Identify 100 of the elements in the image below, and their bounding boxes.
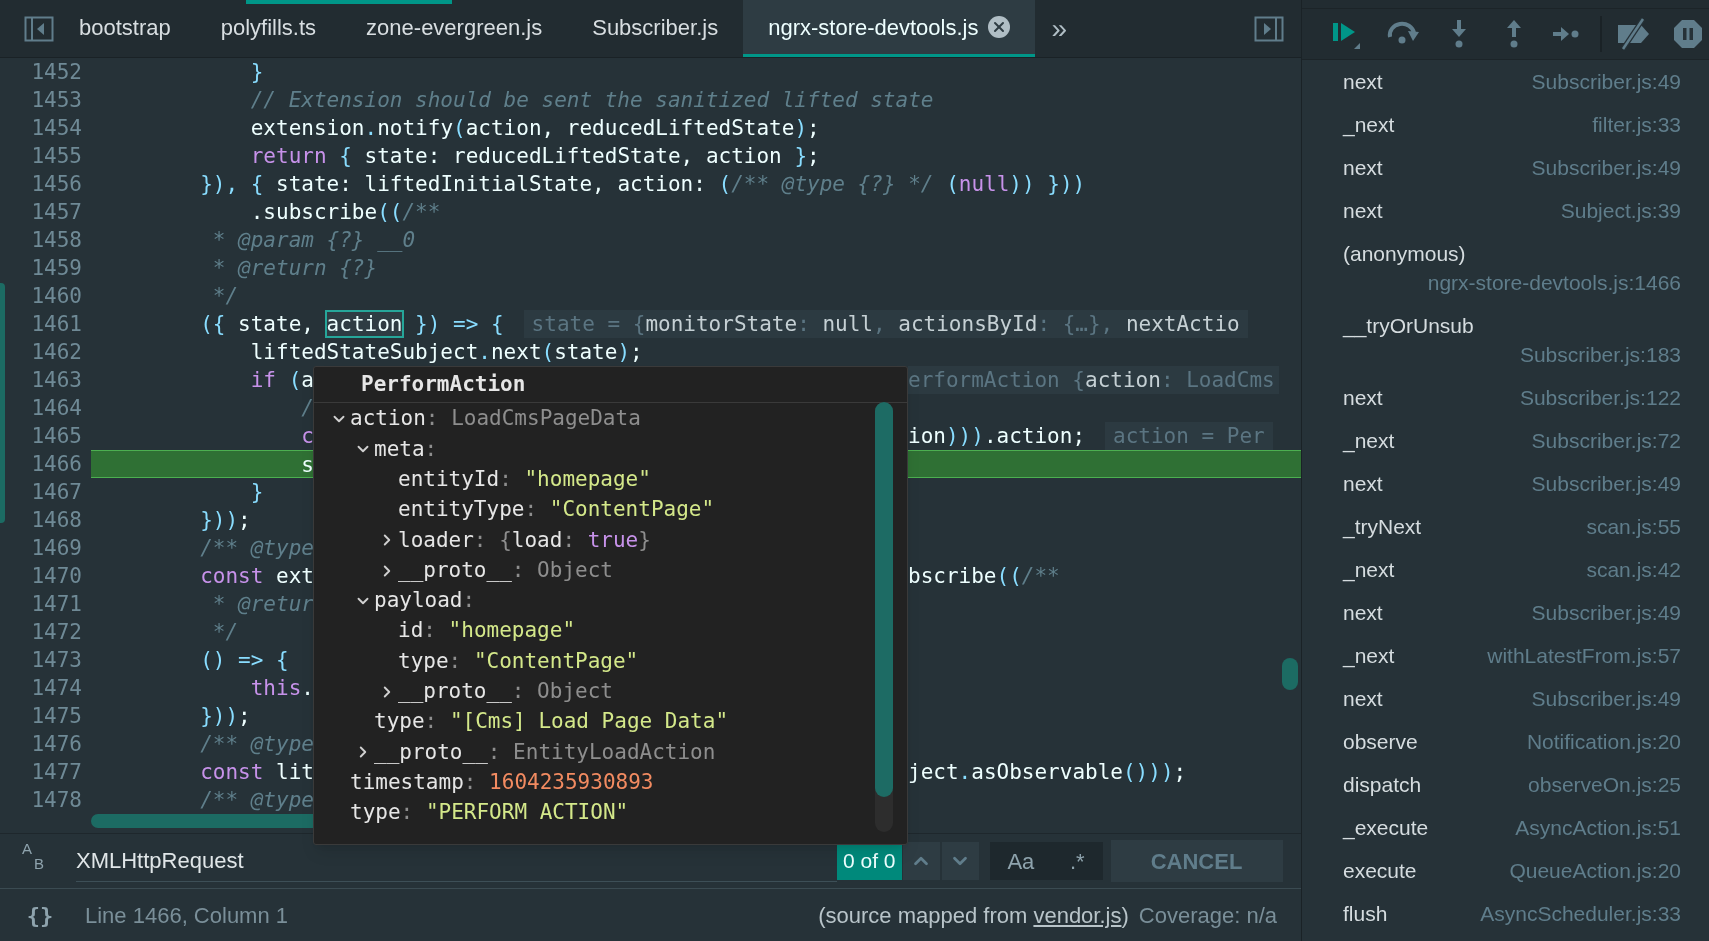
code-line: /** @type [199,731,314,758]
source-link[interactable]: vendor.js [1033,902,1122,928]
line-number: 1457 [30,199,83,226]
line-number: 1470 [30,563,83,590]
call-frame[interactable]: next Subscriber.js:122 [1302,376,1709,419]
line-number: 1464 [30,395,83,422]
code-line: ({ state, action }) => { [199,311,504,338]
property: action: LoadCmsPageData [350,405,641,433]
call-frame[interactable]: _next filter.js:33 [1302,103,1709,146]
call-frame[interactable]: (anonymous) ngrx-store-devtools.js:1466 [1302,232,1709,304]
pause-icon[interactable] [1673,19,1703,49]
call-frame[interactable]: _tryNext scan.js:55 [1302,505,1709,548]
line-number: 1478 [30,787,83,814]
property: id: "homepage" [398,617,576,645]
code-line: .subscribe((/** [249,199,441,226]
code-line: const ext [199,563,314,590]
call-frame[interactable]: flush AsyncScheduler.js:33 [1302,892,1709,935]
property: __proto__: Object [398,678,613,706]
next-match-button[interactable] [941,842,979,880]
call-frame[interactable]: _next withLatestFrom.js:57 [1302,634,1709,677]
code-line: const lit [199,759,314,786]
close-icon[interactable] [988,16,1011,38]
code-line: } [249,479,264,506]
regex-toggle[interactable]: .* [1070,844,1085,878]
code-line: /** @type [199,535,314,562]
code-line: ion))).action; [908,423,1086,450]
pretty-print-button[interactable]: {} [22,898,58,932]
property: payload: [374,587,476,615]
code-line: * @param {?} __0 [211,227,416,254]
code-line: return { state: reducedLiftedState, action }; [249,143,820,170]
code-line: c [300,423,314,450]
code-line: // Extension should be sent the sanitized lifted state [249,87,934,114]
code-line: })); [199,507,251,534]
property: timestamp: 1604235930893 [350,768,654,796]
property: type: "[Cms] Load Page Data" [374,708,729,736]
line-number: 1468 [30,507,83,534]
line-number: 1455 [30,143,83,170]
code-line: * @return {?} [211,255,378,282]
line-number: 1459 [30,255,83,282]
code-line: () => { [199,647,289,674]
code-line: /** @type [199,787,314,814]
code-line: this. [249,675,314,702]
property: __proto__: EntityLoadAction [374,738,716,766]
popover-title: PerformAction [361,370,526,398]
call-frame[interactable]: next Subscriber.js:49 [1302,146,1709,189]
line-number: 1466 [30,451,83,478]
code-line: liftedStateSubject.next(state); [249,339,643,366]
coverage-label: Coverage: n/a [1138,901,1277,930]
call-frame[interactable]: _next Subscriber.js:72 [1302,419,1709,462]
call-frame[interactable]: next Subject.js:39 [1302,189,1709,232]
file-tab[interactable]: Subscriber.js [567,0,744,57]
panel-toggle-icon[interactable] [24,15,54,42]
call-frame[interactable]: __tryOrUnsub Subscriber.js:183 [1302,304,1709,376]
property: type: "ContentPage" [398,647,639,675]
vertical-scroll-thumb[interactable] [1282,658,1298,690]
call-frame[interactable]: next Subscriber.js:49 [1302,462,1709,505]
call-frame[interactable]: dispatch observeOn.js:25 [1302,763,1709,806]
call-frame[interactable]: next Subscriber.js:49 [1302,591,1709,634]
property: entityType: "ContentPage" [398,496,715,524]
previous-match-button[interactable] [902,842,940,880]
file-tab[interactable]: zone-evergreen.js [341,0,568,57]
match-case-toggle[interactable]: Aa [1007,844,1035,878]
line-number: 1458 [30,227,83,254]
line-number: 1452 [30,59,83,86]
code-line: extension.notify(action, reducedLiftedState); [249,115,820,142]
inline-value: state = {monitorState: null, actionsById: {…}, nextActio [523,310,1248,338]
property: __proto__: Object [398,556,613,584]
scroll-thumb[interactable] [0,283,5,523]
property: type: "PERFORM ACTION" [350,799,629,827]
call-frame[interactable]: execute QueueAction.js:20 [1302,849,1709,892]
inline-value: erformAction {action: LoadCms [908,366,1279,394]
code-line: */ [211,283,239,310]
code-line: })); [199,703,251,730]
cursor-position: Line 1466, Column 1 [85,901,289,930]
match-count: 0 of 0 [837,842,902,880]
line-number: 1472 [30,619,83,646]
code-line: / [300,395,314,422]
call-frame[interactable]: next Subscriber.js:49 [1302,60,1709,103]
replace-toggle[interactable]: A B [0,841,56,881]
call-frame[interactable]: observe Notification.js:20 [1302,720,1709,763]
code-line: ject.asObservable())); [908,759,1187,786]
line-number: 1454 [30,115,83,142]
file-tab[interactable]: ngrx-store-devtools.js [743,0,1036,57]
line-number: 1471 [30,591,83,618]
code-line: if (a [249,367,314,394]
code-line: }), { state: liftedInitialState, action: (/** @type {?} */ (null)) })) [199,171,1086,198]
file-tab[interactable]: polyfills.ts [195,0,342,57]
source-map-note: (source mapped from vendor.js) [818,901,1129,930]
line-number: 1465 [30,423,83,450]
line-number: 1456 [30,171,83,198]
line-number: 1453 [30,87,83,114]
code-line: */ [211,619,239,646]
file-tab[interactable]: bootstrap [54,0,196,57]
code-line: * @retur [211,591,314,618]
more-tabs-button[interactable]: » [1035,0,1084,57]
call-frame[interactable]: _next scan.js:42 [1302,548,1709,591]
call-frame[interactable]: next Subscriber.js:49 [1302,677,1709,720]
panel-toggle-icon[interactable] [1254,15,1284,42]
code-line: } [249,59,264,86]
call-frame[interactable]: _execute AsyncAction.js:51 [1302,806,1709,849]
